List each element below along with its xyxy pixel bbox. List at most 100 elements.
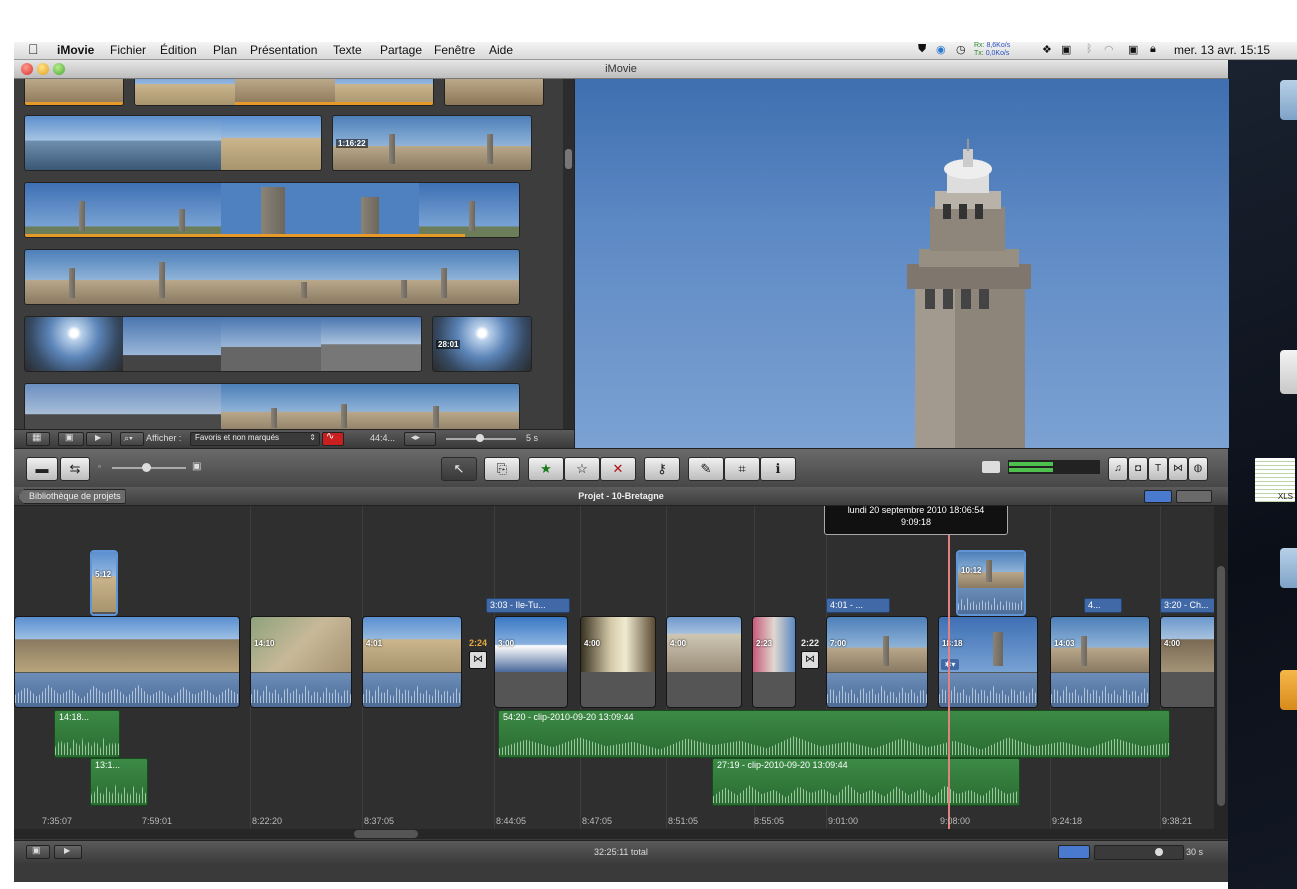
activity-icon[interactable]: ▣ xyxy=(1061,43,1071,56)
search-button[interactable]: ⌕▾ xyxy=(120,432,144,446)
title-bubble[interactable]: 3:20 - Ch... xyxy=(1160,598,1214,613)
video-clip[interactable]: 14:10 xyxy=(250,616,352,708)
project-timeline[interactable]: 5:12 14:10 4:01 2:24 ⋈ 3:03 - Ile-Tu... … xyxy=(14,506,1214,829)
network-monitor[interactable]: Rx: 8,6Ko/s Tx: 0,0Ko/s xyxy=(974,42,1010,58)
browser-scrollbar[interactable] xyxy=(563,79,574,429)
slider-knob[interactable] xyxy=(1155,848,1163,856)
viewer[interactable] xyxy=(574,79,1229,448)
frames-button[interactable]: ◂▸ xyxy=(404,432,436,446)
folder-icon[interactable] xyxy=(1280,548,1297,588)
audio-toggle-button[interactable] xyxy=(1058,845,1090,859)
globe-icon[interactable]: ◉ xyxy=(936,43,946,56)
mark-favorite-button[interactable]: ★ xyxy=(528,457,564,481)
input-menu-icon[interactable]: ▣ xyxy=(1128,43,1138,56)
clip-action-icon[interactable]: ✱▾ xyxy=(941,659,959,670)
minimize-button[interactable] xyxy=(37,63,49,75)
keyword-button[interactable]: ⚷ xyxy=(644,457,680,481)
event-clip[interactable] xyxy=(24,249,520,305)
audio-waveform-button[interactable]: ∿ xyxy=(322,431,344,446)
apple-menu-icon[interactable]:  xyxy=(28,41,39,57)
event-list-button[interactable]: ▦ xyxy=(26,432,50,446)
titles-button[interactable]: T xyxy=(1148,457,1168,481)
music-clip[interactable]: 27:19 - clip-2010-09-20 13:09:44 xyxy=(712,758,1020,806)
camera-import-button[interactable]: ▬ xyxy=(26,457,58,481)
transition-icon[interactable]: ⋈ xyxy=(469,651,487,669)
folder-icon[interactable] xyxy=(1280,80,1297,120)
play-button[interactable]: ▶ xyxy=(86,432,112,446)
stamp-icon[interactable]: ⛊ xyxy=(918,43,926,56)
voiceover-icon[interactable] xyxy=(982,461,1000,473)
event-browser[interactable]: 1:16:22 28:01 xyxy=(14,79,574,429)
transitions-button[interactable]: ⋈ xyxy=(1168,457,1188,481)
menu-edition[interactable]: Édition xyxy=(160,43,197,57)
eyedropper-button[interactable]: ✎ xyxy=(688,457,724,481)
project-zoom-slider[interactable] xyxy=(112,463,186,472)
video-clip[interactable] xyxy=(14,616,240,708)
slider-knob[interactable] xyxy=(142,463,151,472)
video-clip[interactable]: 4:00 xyxy=(580,616,656,708)
scroll-thumb[interactable] xyxy=(565,149,572,169)
title-bubble[interactable]: 4:01 - ... xyxy=(826,598,890,613)
bluetooth-icon[interactable]: ᛒ xyxy=(1086,43,1093,55)
spreadsheet-icon[interactable]: XLS xyxy=(1255,458,1295,502)
scroll-thumb[interactable] xyxy=(354,830,418,838)
cutaway-clip[interactable]: 10:12 xyxy=(956,550,1026,616)
video-clip[interactable]: 4:00 xyxy=(1160,616,1214,708)
view-mode-button[interactable] xyxy=(1144,490,1172,503)
video-clip[interactable]: 4:01 xyxy=(362,616,462,708)
zoom-button[interactable] xyxy=(53,63,65,75)
event-clip[interactable] xyxy=(134,79,434,106)
thumbnail-toggle-button[interactable] xyxy=(1176,490,1212,503)
time-machine-icon[interactable]: ◷ xyxy=(956,43,966,56)
play-full-screen-button[interactable]: ▣ xyxy=(58,432,84,446)
lock-icon[interactable]: 🔒︎ xyxy=(1150,43,1156,56)
filter-select[interactable]: Favoris et non marqués ⇕ xyxy=(190,432,320,446)
event-clip[interactable] xyxy=(24,79,124,106)
disk-utility-icon[interactable] xyxy=(1280,670,1297,710)
event-clip[interactable] xyxy=(444,79,544,106)
menu-presentation[interactable]: Présentation xyxy=(250,43,317,57)
menu-partage[interactable]: Partage xyxy=(380,43,422,57)
event-clip[interactable] xyxy=(24,182,520,238)
dropbox-icon[interactable]: ❖ xyxy=(1042,43,1052,56)
slider-knob[interactable] xyxy=(476,434,484,442)
music-clip[interactable]: 13:1... xyxy=(90,758,148,806)
close-button[interactable] xyxy=(21,63,33,75)
menu-app[interactable]: iMovie xyxy=(57,43,94,57)
video-clip[interactable]: 7:00 xyxy=(826,616,928,708)
video-clip[interactable]: 2:23 xyxy=(752,616,796,708)
timeline-hscrollbar[interactable] xyxy=(14,829,1228,839)
unmark-button[interactable]: ☆ xyxy=(564,457,600,481)
menu-texte[interactable]: Texte xyxy=(333,43,362,57)
timeline-vscrollbar[interactable] xyxy=(1214,506,1228,829)
music-button[interactable]: ♫ xyxy=(1108,457,1128,481)
menu-fenetre[interactable]: Fenêtre xyxy=(434,43,475,57)
swap-button[interactable]: ⇆ xyxy=(60,457,90,481)
event-clip[interactable] xyxy=(24,115,322,171)
title-bubble[interactable]: 3:03 - Ile-Tu... xyxy=(486,598,570,613)
maps-button[interactable]: ◍ xyxy=(1188,457,1208,481)
transition-icon[interactable]: ⋈ xyxy=(801,651,819,669)
add-to-project-button[interactable]: ⎘ xyxy=(484,457,520,481)
video-clip[interactable]: 18:18 ✱▾ xyxy=(938,616,1038,708)
title-bubble[interactable]: 4... xyxy=(1084,598,1122,613)
event-clip[interactable] xyxy=(24,316,422,372)
drive-icon[interactable] xyxy=(1280,350,1297,394)
menu-plan[interactable]: Plan xyxy=(213,43,237,57)
menu-fichier[interactable]: Fichier xyxy=(110,43,146,57)
event-clip[interactable] xyxy=(24,383,520,429)
event-clip[interactable]: 28:01 xyxy=(432,316,532,372)
crop-button[interactable]: ⌗ xyxy=(724,457,760,481)
video-clip[interactable]: 3:00 xyxy=(494,616,568,708)
video-clip[interactable]: 4:00 xyxy=(666,616,742,708)
menu-aide[interactable]: Aide xyxy=(489,43,513,57)
thumb-size-slider[interactable] xyxy=(446,434,516,442)
reject-button[interactable]: ✕ xyxy=(600,457,636,481)
wifi-icon[interactable]: ◠ xyxy=(1104,43,1114,56)
clip-zoom-slider[interactable] xyxy=(1094,845,1184,860)
event-clip[interactable]: 1:16:22 xyxy=(332,115,532,171)
inspector-button[interactable]: ℹ xyxy=(760,457,796,481)
scroll-thumb[interactable] xyxy=(1217,566,1225,806)
video-clip[interactable]: 14:03 xyxy=(1050,616,1150,708)
clock[interactable]: mer. 13 avr. 15:15 xyxy=(1174,43,1270,57)
